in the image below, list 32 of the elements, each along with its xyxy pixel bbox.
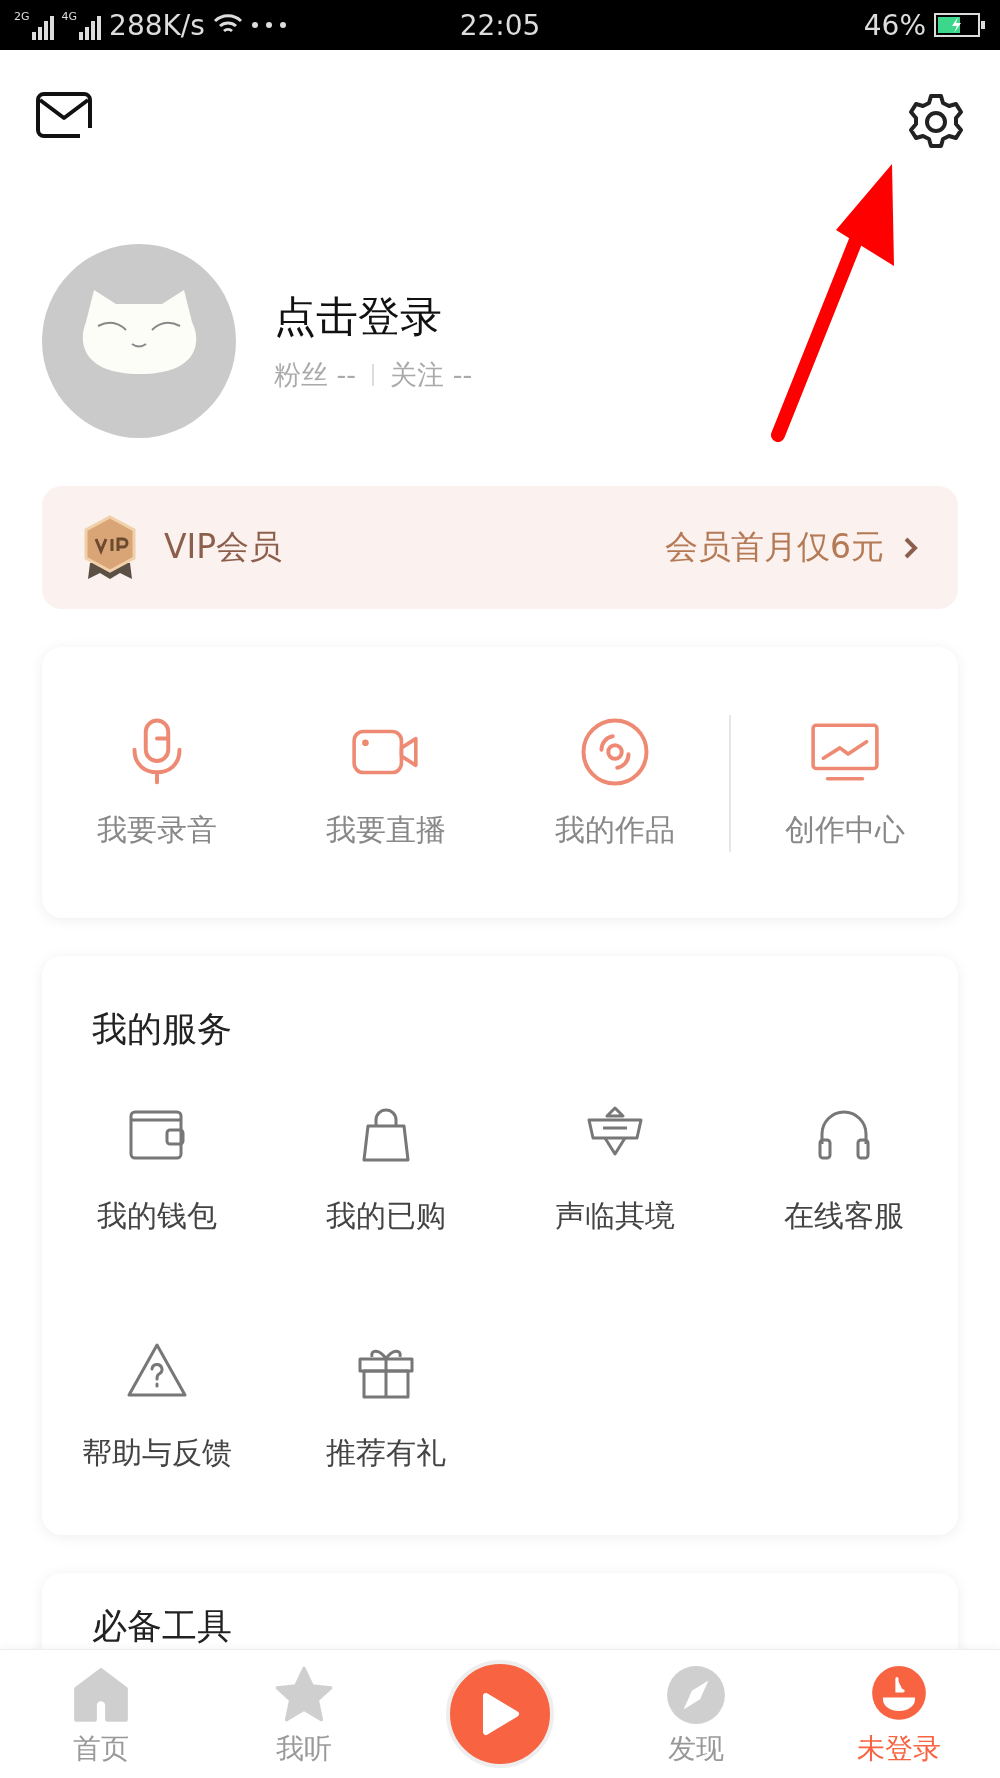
vip-title: VIP会员 (164, 526, 284, 568)
action-button[interactable]: 创作中心 (729, 715, 958, 852)
compass-icon (665, 1664, 728, 1726)
service-button[interactable]: 我的已购 (271, 1101, 500, 1238)
chevron-icon (904, 536, 918, 559)
tab[interactable]: 我听 (202, 1650, 405, 1778)
service-button[interactable]: 声临其境 (500, 1101, 729, 1238)
action-button[interactable]: 我要直播 (271, 715, 500, 852)
service-button[interactable]: 推荐有礼 (271, 1338, 500, 1475)
action-button[interactable]: 我的作品 (500, 715, 729, 852)
section-title: 我的服务 (92, 1008, 233, 1051)
login-prompt[interactable]: 点击登录 (274, 289, 473, 345)
vip-promo: 会员首月仅6元 (665, 525, 918, 570)
more-icon (250, 21, 287, 29)
battery-icon (934, 13, 986, 37)
service-button[interactable]: 我的钱包 (42, 1101, 271, 1238)
tab[interactable]: 首页 (0, 1650, 203, 1778)
section-title: 必备工具 (92, 1606, 232, 1646)
battery-percent: 46% (863, 8, 926, 42)
service-button[interactable]: 在线客服 (729, 1101, 958, 1238)
play-icon (480, 1692, 520, 1736)
tab[interactable]: 发现 (595, 1650, 798, 1778)
vip-badge-icon (82, 514, 138, 581)
action-button[interactable]: 我要录音 (42, 715, 271, 852)
tab[interactable]: 未登录 (797, 1650, 1000, 1778)
stat-label: 关注 -- (390, 358, 473, 392)
stat-label: 粉丝 -- (274, 358, 357, 392)
clock: 22:05 (459, 8, 541, 42)
network-speed: 288K/s (109, 8, 205, 42)
service-button[interactable]: 帮助与反馈 (42, 1338, 271, 1475)
mail-icon[interactable] (36, 92, 92, 138)
vip-banner[interactable]: VIP会员 会员首月仅6元 (42, 486, 958, 609)
